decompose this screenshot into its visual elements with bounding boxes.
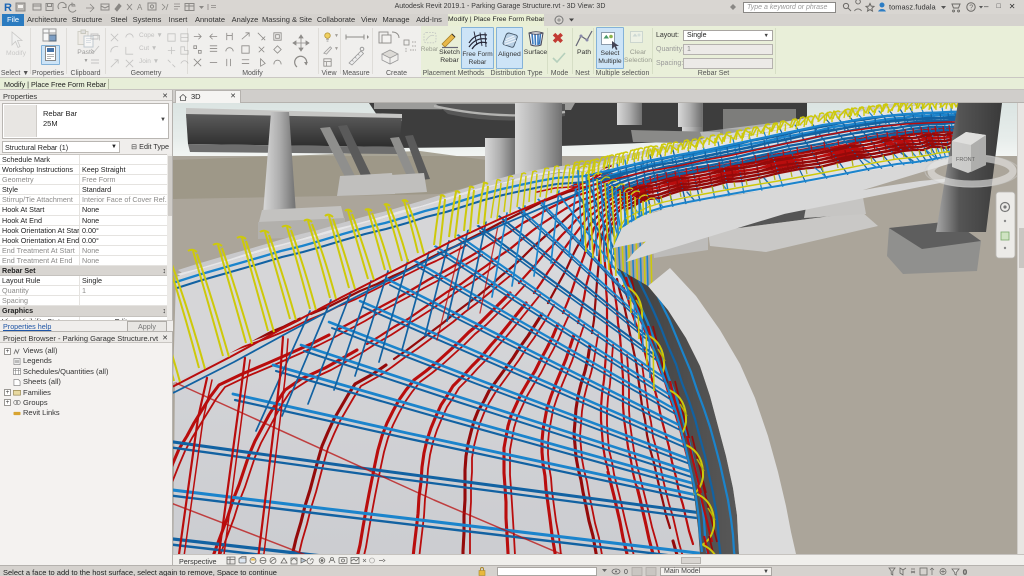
- svg-text:FRONT: FRONT: [956, 157, 976, 163]
- svg-text:?: ?: [969, 5, 973, 12]
- svg-text:R: R: [4, 2, 12, 14]
- svg-text:0: 0: [624, 569, 628, 576]
- svg-text:tomasz.fudala: tomasz.fudala: [889, 3, 937, 12]
- svg-text:A: A: [137, 3, 143, 12]
- svg-text:0: 0: [963, 570, 967, 576]
